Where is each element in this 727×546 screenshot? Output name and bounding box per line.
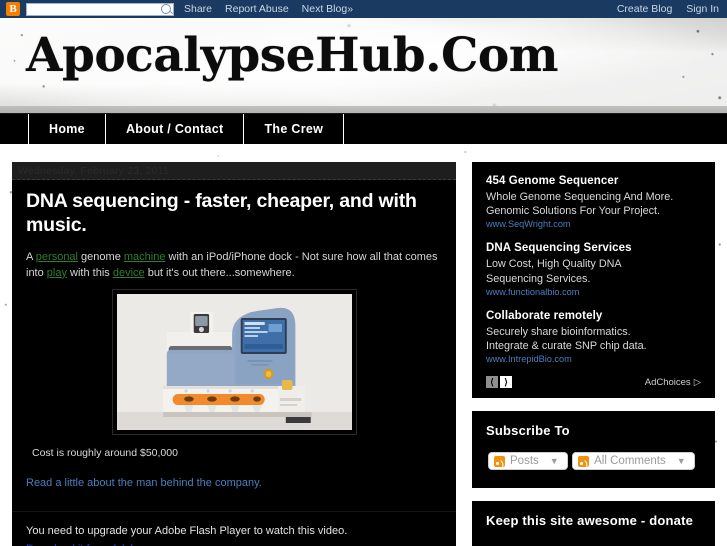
- post-text-mid1: genome: [78, 250, 124, 263]
- ad-item[interactable]: Collaborate remotely Securely share bioi…: [486, 309, 701, 364]
- ad-url[interactable]: www.IntrepidBio.com: [486, 354, 701, 364]
- ad-desc-line1: Securely share bioinformatics.: [486, 325, 631, 338]
- navbar-link-create-blog[interactable]: Create Blog: [617, 3, 672, 15]
- rss-icon: [494, 455, 505, 467]
- post-text-mid3: with this: [66, 266, 113, 279]
- tab-the-crew[interactable]: The Crew: [244, 114, 345, 144]
- donate-body: [472, 528, 715, 546]
- ad-desc-line2: Integrate & curate SNP chip data.: [486, 340, 647, 353]
- ad-footer: ⟨ ⟩ AdChoices ▷: [486, 376, 701, 389]
- ad-url[interactable]: www.SeqWright.com: [486, 219, 701, 229]
- tab-about-contact[interactable]: About / Contact: [106, 114, 245, 144]
- site-header-banner: ApocalypseHub.Com: [0, 18, 727, 113]
- ad-item[interactable]: DNA Sequencing Services Low Cost, High Q…: [486, 241, 701, 296]
- tab-home[interactable]: Home: [28, 114, 106, 144]
- blogger-navbar: B Share Report Abuse Next Blog» Create B…: [0, 0, 727, 18]
- site-title[interactable]: ApocalypseHub.Com: [26, 32, 558, 79]
- link-device[interactable]: device: [113, 267, 145, 279]
- flash-message: You need to upgrade your Adobe Flash Pla…: [26, 525, 348, 538]
- donate-widget: Keep this site awesome - donate: [472, 501, 715, 546]
- adsense-widget: 454 Genome Sequencer Whole Genome Sequen…: [472, 162, 715, 399]
- flash-player-notice: You need to upgrade your Adobe Flash Pla…: [12, 511, 456, 546]
- chevron-down-icon: ▼: [676, 456, 686, 467]
- ad-title[interactable]: 454 Genome Sequencer: [486, 174, 701, 189]
- navbar-right-links: Create Blog Sign In: [603, 0, 719, 18]
- nav-filler: [344, 114, 727, 144]
- ad-title[interactable]: Collaborate remotely: [486, 309, 701, 324]
- post-title[interactable]: DNA sequencing - faster, cheaper, and wi…: [26, 190, 442, 238]
- navbar-link-sign-in[interactable]: Sign In: [686, 3, 719, 15]
- subscribe-comments-button[interactable]: All Comments ▼: [572, 452, 695, 471]
- ad-desc-line1: Low Cost, High Quality DNA: [486, 258, 622, 271]
- post-body: DNA sequencing - faster, cheaper, and wi…: [12, 180, 456, 546]
- ad-title[interactable]: DNA Sequencing Services: [486, 241, 701, 256]
- ad-item[interactable]: 454 Genome Sequencer Whole Genome Sequen…: [486, 174, 701, 229]
- navbar-link-share[interactable]: Share: [184, 3, 212, 15]
- post-container: Wednesday, February 23, 2011 DNA sequenc…: [12, 162, 456, 546]
- subscribe-widget: Subscribe To Posts ▼ All Comments ▼: [472, 411, 715, 489]
- post-text-lead: A: [26, 250, 36, 263]
- subscribe-options: Posts ▼ All Comments ▼: [472, 438, 715, 488]
- subscribe-posts-label: Posts: [510, 455, 539, 468]
- rss-icon: [578, 455, 590, 467]
- post-date: Wednesday, February 23, 2011: [18, 164, 169, 177]
- adchoices-label: AdChoices: [644, 376, 691, 388]
- blogger-b-icon[interactable]: B: [6, 2, 20, 16]
- navbar-link-next-blog[interactable]: Next Blog»: [302, 3, 353, 15]
- subscribe-comments-label: All Comments: [594, 455, 666, 468]
- dna-sequencer-photo[interactable]: [116, 294, 352, 431]
- post-cost-note: Cost is roughly around $50,000: [32, 447, 178, 460]
- post-read-more: Read a little about the man behind the c…: [26, 473, 442, 491]
- ad-list: 454 Genome Sequencer Whole Genome Sequen…: [472, 162, 715, 398]
- page-body: Wednesday, February 23, 2011 DNA sequenc…: [0, 144, 727, 546]
- ad-desc-line2: Genomic Solutions For Your Project.: [486, 205, 661, 218]
- ad-desc-line1: Whole Genome Sequencing And More.: [486, 190, 674, 203]
- chevron-right-icon[interactable]: ⟩: [500, 376, 512, 389]
- link-play[interactable]: play: [47, 267, 67, 279]
- search-icon: [161, 4, 171, 14]
- post-text-tail: but it's out there...somewhere.: [144, 266, 295, 279]
- sidebar: 454 Genome Sequencer Whole Genome Sequen…: [472, 162, 715, 546]
- link-personal[interactable]: personal: [36, 251, 78, 263]
- main-navigation: Home About / Contact The Crew: [0, 113, 727, 144]
- chevron-down-icon: ▼: [549, 456, 559, 467]
- post-image-frame: [111, 289, 357, 436]
- adchoices-control[interactable]: AdChoices ▷: [645, 377, 701, 388]
- post-paragraph: A personal genome machine with an iPod/i…: [26, 250, 442, 282]
- subscribe-heading: Subscribe To: [486, 423, 570, 439]
- ad-pagination: ⟨ ⟩: [486, 376, 512, 389]
- ad-desc-line2: Sequencing Services.: [486, 272, 591, 285]
- search-input[interactable]: [26, 2, 174, 16]
- navbar-link-report-abuse[interactable]: Report Abuse: [225, 3, 289, 15]
- donate-heading: Keep this site awesome - donate: [486, 513, 694, 529]
- chevron-left-icon[interactable]: ⟨: [486, 376, 498, 389]
- post-date-bar: Wednesday, February 23, 2011: [12, 162, 456, 180]
- read-more-link[interactable]: Read a little about the man behind the c…: [26, 477, 262, 489]
- subscribe-posts-button[interactable]: Posts ▼: [488, 452, 568, 471]
- link-machine[interactable]: machine: [124, 251, 166, 263]
- ad-url[interactable]: www.functionalbio.com: [486, 287, 701, 297]
- adchoices-triangle-icon: ▷: [693, 376, 701, 388]
